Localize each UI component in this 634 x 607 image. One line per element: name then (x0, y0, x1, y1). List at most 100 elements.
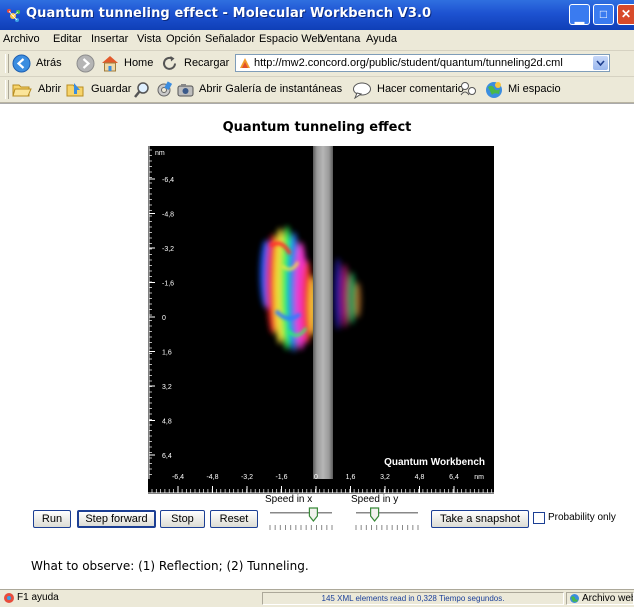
x-tick-label: 0 (314, 474, 318, 481)
y-tick-label: 6,4 (162, 453, 172, 460)
home-button[interactable]: Home (100, 53, 155, 74)
snapshot-gallery-label: Abrir Galería de instantáneas (199, 83, 343, 95)
maximize-icon: □ (599, 7, 608, 21)
back-label: Atrás (36, 57, 62, 69)
page-title: Quantum tunneling effect (222, 120, 412, 135)
simulation-view[interactable]: -6,4 -4,8 -3,2 -1,6 0 1,6 3,2 4,8 6,4 -6,4 -4,8 -3… (148, 146, 494, 494)
address-dropdown-button[interactable] (593, 56, 608, 70)
open-button[interactable]: Abrir (12, 79, 64, 100)
menu-insertar[interactable]: Insertar (91, 33, 128, 45)
y-tick-label: 4,8 (162, 419, 172, 426)
slider-thumb[interactable] (308, 507, 318, 522)
x-tick-label: -3,2 (241, 474, 253, 481)
x-axis-unit: nm (474, 474, 484, 481)
slider-thumb[interactable] (370, 507, 380, 522)
menu-editar[interactable]: Editar (53, 33, 82, 45)
maximize-button[interactable]: □ (593, 4, 614, 25)
speed-y-slider-graphic (355, 507, 419, 530)
menu-vista[interactable]: Vista (137, 33, 161, 45)
status-zone: Archivo web (566, 592, 634, 605)
close-button[interactable]: ✕ (617, 4, 634, 25)
menu-ayuda[interactable]: Ayuda (366, 33, 397, 45)
speed-x-label: Speed in x (265, 494, 313, 505)
y-axis-unit: nm (155, 150, 165, 157)
navigation-toolbar: Atrás Home Recargar http://mw2.concord.o… (0, 51, 634, 77)
y-tick-label: -4,8 (162, 212, 174, 219)
menu-bar: Archivo Editar Insertar Vista Opción Señ… (0, 30, 634, 51)
menu-ventana[interactable]: Ventana (320, 33, 360, 45)
status-bar: F1 ayuda 145 XML elements read in 0,328 … (0, 589, 634, 607)
reload-icon (163, 56, 176, 70)
molecule-app-icon (7, 9, 20, 22)
y-tick-label: -3,2 (162, 246, 174, 253)
status-help: F1 ayuda (17, 592, 59, 603)
y-tick-label: 3,2 (162, 384, 172, 391)
my-space-label: Mi espacio (508, 83, 561, 95)
search-icon[interactable] (133, 81, 151, 99)
close-icon: ✕ (620, 7, 632, 21)
globe-icon (486, 82, 502, 98)
back-arrow-icon (12, 54, 31, 73)
speed-y-label: Speed in y (351, 494, 399, 505)
back-button[interactable]: Atrás (12, 53, 74, 74)
speech-bubble-icon (353, 82, 371, 99)
web-globe-icon (570, 594, 579, 603)
main-toolbar: Abrir Guardar Abrir Galería de instantán… (0, 77, 634, 103)
address-bar[interactable]: http://mw2.concord.org/public/student/qu… (235, 54, 610, 72)
y-tick-label: -6,4 (162, 177, 174, 184)
y-tick-label: -1,6 (162, 281, 174, 288)
menu-opcion[interactable]: Opción (166, 33, 201, 45)
reset-button[interactable]: Reset (210, 510, 258, 528)
page-favicon-icon (240, 58, 250, 68)
tools-icon[interactable] (155, 81, 173, 99)
status-zone-label: Archivo web (582, 593, 634, 604)
status-message: 145 XML elements read in 0,328 Tiempo se… (262, 592, 564, 605)
minimize-icon: ▁ (574, 10, 585, 24)
menu-archivo[interactable]: Archivo (3, 33, 40, 45)
watermark-label: Quantum Workbench (384, 457, 485, 468)
save-label: Guardar (91, 83, 132, 95)
address-url: http://mw2.concord.org/public/student/qu… (254, 57, 563, 69)
x-tick-label: 1,6 (346, 474, 356, 481)
people-icon[interactable] (459, 80, 479, 99)
step-forward-button[interactable]: Step forward (77, 510, 156, 528)
x-tick-label: -6,4 (172, 474, 184, 481)
menu-espacio-web[interactable]: Espacio Web (259, 33, 324, 45)
potential-barrier[interactable] (313, 146, 333, 479)
speed-y-slider[interactable] (352, 507, 422, 531)
page-content: Quantum tunneling effect -6,4 -4,8 -3,2 … (0, 103, 634, 590)
my-space-button[interactable]: Mi espacio (484, 79, 561, 100)
save-button[interactable]: Guardar (66, 79, 132, 100)
x-tick-label: -4,8 (206, 474, 218, 481)
comment-label: Hacer comentario (377, 83, 464, 95)
toolbar-grip[interactable] (5, 54, 9, 73)
speed-x-slider-graphic (269, 507, 333, 530)
window-title-bar[interactable]: Quantum tunneling effect - Molecular Wor… (0, 0, 634, 30)
x-tick-label: -1,6 (275, 474, 287, 481)
minimize-button[interactable]: ▁ (569, 4, 590, 25)
open-label: Abrir (38, 83, 62, 95)
chevron-down-icon (596, 60, 605, 67)
stop-button[interactable]: Stop (160, 510, 205, 528)
help-icon (4, 593, 14, 603)
probability-only-checkbox[interactable] (533, 512, 545, 524)
home-label: Home (124, 57, 154, 69)
camera-icon (177, 84, 194, 97)
take-snapshot-button[interactable]: Take a snapshot (431, 510, 529, 528)
x-tick-label: 4,8 (415, 474, 425, 481)
reload-button[interactable]: Recargar (160, 53, 230, 74)
y-tick-label: 1,6 (162, 350, 172, 357)
probability-only-label: Probability only (548, 512, 616, 523)
x-tick-label: 6,4 (449, 474, 459, 481)
y-tick-label: 0 (162, 315, 166, 322)
forward-arrow-icon[interactable] (76, 54, 95, 73)
run-button[interactable]: Run (33, 510, 71, 528)
menu-senalador[interactable]: Señalador (205, 33, 255, 45)
window-title: Quantum tunneling effect - Molecular Wor… (26, 6, 432, 21)
toolbar-grip[interactable] (5, 80, 9, 99)
speed-x-slider[interactable] (266, 507, 336, 531)
wavefunction-canvas[interactable]: -6,4 -4,8 -3,2 -1,6 0 1,6 3,2 4,8 6,4 -6,4 -4,8 -3… (148, 146, 494, 494)
snapshot-gallery-button[interactable]: Abrir Galería de instantáneas (177, 79, 347, 100)
comment-button[interactable]: Hacer comentario (352, 79, 464, 100)
folder-save-icon (66, 83, 84, 97)
